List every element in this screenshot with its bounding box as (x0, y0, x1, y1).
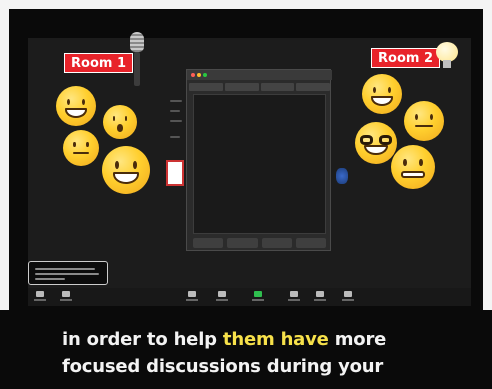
record-button[interactable] (314, 291, 326, 301)
share-screen-button[interactable] (252, 291, 264, 301)
record-icon (316, 291, 324, 297)
participants-icon (218, 291, 226, 297)
stop-video-button[interactable] (60, 291, 72, 301)
participant-name (170, 120, 182, 122)
dialog-title-bar (187, 70, 332, 80)
nerd-face-icon (355, 122, 397, 164)
grinning-face-icon (56, 86, 96, 126)
caption-highlight: them have (222, 329, 329, 350)
room-list (193, 94, 326, 234)
caption-text: in order to help (62, 329, 223, 350)
security-button[interactable] (186, 291, 198, 301)
dialog-buttons (193, 238, 326, 248)
minimize-window-button[interactable] (197, 73, 201, 77)
participants-button[interactable] (216, 291, 228, 301)
star-struck-face-icon (362, 74, 402, 114)
tab-options[interactable] (260, 83, 295, 91)
meeting-toolbar (28, 288, 471, 306)
participant-thumbnail (336, 168, 348, 184)
video-camera-icon (62, 291, 70, 297)
thinking-face-icon (63, 130, 99, 166)
breakout-rooms-dialog (186, 69, 332, 251)
participant-thumbnail (166, 160, 184, 186)
maximize-window-button[interactable] (203, 73, 207, 77)
chat-icon (290, 291, 298, 297)
light-bulb-icon (436, 42, 458, 68)
participant-name (170, 136, 180, 138)
microphone-icon (36, 291, 44, 297)
chat-button[interactable] (288, 291, 300, 301)
audio-tooltip (28, 261, 108, 285)
caption-line-2: focused discussions during your (62, 356, 384, 377)
recreate-button[interactable] (227, 238, 258, 248)
caption-text: more (328, 329, 387, 350)
room-2-label: Room 2 (371, 48, 440, 68)
open-all-rooms-button[interactable] (295, 238, 326, 248)
tab-close[interactable] (296, 83, 330, 91)
beaming-face-icon (102, 146, 150, 194)
room-1-label: Room 1 (64, 53, 133, 73)
monocle-face-icon (404, 101, 444, 141)
caption-line-1: in order to help them have more (62, 329, 386, 350)
frame-top-border (0, 0, 492, 9)
hushed-face-icon (103, 105, 137, 139)
participant-name (170, 110, 180, 112)
microphone-icon (128, 32, 146, 86)
tab-assign[interactable] (224, 83, 259, 91)
add-room-button[interactable] (261, 238, 292, 248)
shield-icon (188, 291, 196, 297)
mute-button[interactable] (34, 291, 46, 301)
dialog-tabs (189, 83, 330, 91)
participant-name (170, 100, 182, 102)
options-button[interactable] (193, 238, 224, 248)
grimacing-face-icon (391, 145, 435, 189)
close-window-button[interactable] (191, 73, 195, 77)
video-frame: Room 1 Room 2 in order to help them have… (0, 0, 492, 389)
share-screen-icon (254, 291, 262, 297)
caption-area: in order to help them have more focused … (0, 310, 492, 389)
tab-breakout-room-1[interactable] (189, 83, 223, 91)
